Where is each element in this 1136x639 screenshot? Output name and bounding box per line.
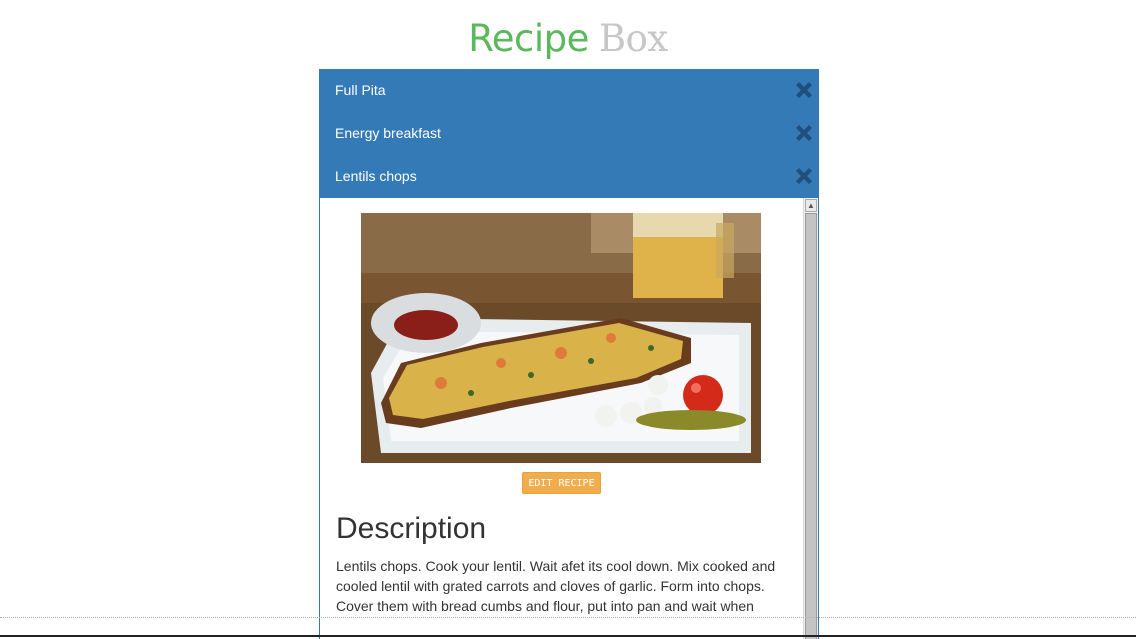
app-title-recipe: Recipe [468, 17, 589, 60]
divider [0, 617, 1136, 618]
description-heading: Description [336, 512, 487, 545]
description-text: Lentils chops. Cook your lentil. Wait af… [336, 558, 776, 614]
recipe-item-label: Full Pita [335, 82, 386, 98]
scroll-up-arrow-icon[interactable]: ▲ [805, 199, 817, 212]
close-icon[interactable] [793, 79, 815, 101]
app-title: Recipe Box [0, 18, 1136, 60]
recipe-photo [361, 213, 761, 463]
recipe-panel: Full Pita Energy breakfast Lentils chops [319, 69, 819, 639]
recipe-detail: EDIT RECIPE Description Lentils chops. C… [319, 198, 819, 639]
divider [0, 635, 1136, 637]
detail-scrollbar[interactable]: ▲ [803, 198, 818, 639]
recipe-item-label: Lentils chops [335, 168, 417, 184]
recipe-item-label: Energy breakfast [335, 125, 441, 141]
recipe-item-full-pita[interactable]: Full Pita [319, 69, 819, 112]
scroll-thumb[interactable] [805, 213, 817, 639]
app-title-box: Box [598, 17, 668, 60]
close-icon[interactable] [793, 165, 815, 187]
recipe-item-energy-breakfast[interactable]: Energy breakfast [319, 112, 819, 155]
edit-recipe-button[interactable]: EDIT RECIPE [522, 472, 601, 494]
close-icon[interactable] [793, 122, 815, 144]
recipe-box-page: Recipe Box Full Pita Energy breakfast Len… [0, 0, 1136, 639]
recipe-item-lentils-chops[interactable]: Lentils chops [319, 155, 819, 198]
